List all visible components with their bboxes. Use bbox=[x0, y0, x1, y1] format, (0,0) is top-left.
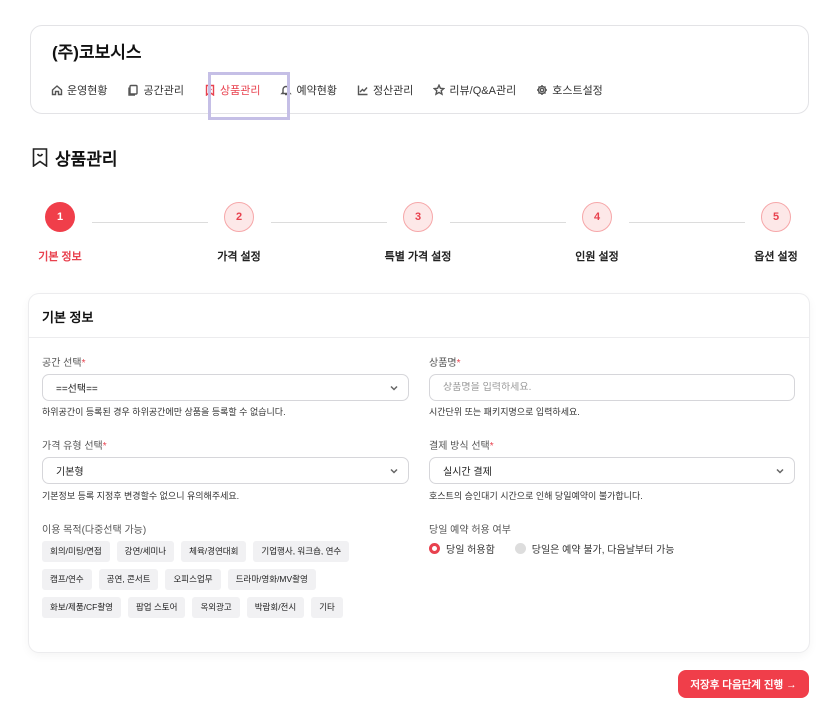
purpose-chip[interactable]: 오피스업무 bbox=[165, 569, 221, 590]
brand-name: (주)코보시스 bbox=[52, 43, 142, 62]
page-title-text: 상품관리 bbox=[55, 150, 118, 169]
chevron-down-icon bbox=[390, 467, 398, 475]
price-type-select[interactable]: 기본형 bbox=[42, 457, 409, 484]
purpose-chip[interactable]: 기타 bbox=[311, 597, 343, 618]
step-connector bbox=[629, 222, 745, 223]
home-icon bbox=[51, 85, 63, 96]
nav-item-label: 호스트설정 bbox=[552, 85, 603, 97]
page-title: 상품관리 bbox=[32, 145, 118, 170]
required-mark: * bbox=[456, 358, 461, 369]
step-connector bbox=[271, 222, 387, 223]
chip-row: 화보/제품/CF촬영 팝업 스토어 옥외광고 박람회/전시 기타 bbox=[42, 597, 382, 618]
step-4-circle[interactable]: 4 bbox=[582, 202, 612, 232]
purpose-chip[interactable]: 옥외광고 bbox=[192, 597, 240, 618]
purpose-chip[interactable]: 기업행사, 워크숍, 연수 bbox=[253, 541, 350, 562]
purpose-chip[interactable]: 강연/세미나 bbox=[116, 541, 175, 562]
chip-row: 캠프/연수 공연, 콘서트 오피스업무 드라마/영화/MV촬영 bbox=[42, 569, 382, 590]
step-4-label[interactable]: 인원 설정 bbox=[575, 248, 619, 264]
product-name-field[interactable] bbox=[429, 374, 795, 401]
save-and-next-button[interactable]: 저장후 다음단계 진행 → bbox=[678, 670, 809, 698]
price-type-label: 가격 유형 선택* bbox=[42, 437, 107, 452]
space-select-label-text: 공간 선택 bbox=[42, 358, 82, 369]
nav-item-label: 공간관리 bbox=[143, 85, 184, 97]
step-1-circle[interactable]: 1 bbox=[45, 202, 75, 232]
star-icon bbox=[433, 84, 446, 96]
chevron-down-icon bbox=[776, 467, 784, 475]
same-day-label: 당일 예약 허용 여부 bbox=[429, 525, 511, 536]
required-mark: * bbox=[81, 358, 86, 369]
required-mark: * bbox=[102, 441, 107, 452]
purpose-chip[interactable]: 화보/제품/CF촬영 bbox=[42, 597, 121, 618]
payment-method-value: 실시간 결제 bbox=[443, 467, 492, 478]
space-select-hint: 하위공간이 등록된 경우 하위공간에만 상품을 등록할 수 없습니다. bbox=[42, 407, 286, 417]
step-5-label[interactable]: 옵션 설정 bbox=[754, 248, 798, 264]
chart-icon bbox=[357, 85, 368, 96]
step-3-circle[interactable]: 3 bbox=[403, 202, 433, 232]
form-title: 기본 정보 bbox=[42, 310, 94, 325]
radio-selected-icon bbox=[429, 543, 440, 554]
step-connector bbox=[450, 222, 566, 223]
header-card: (주)코보시스 운영현황 공간관리 상품관리 예약현황 정산관리 리뷰/Q&A관… bbox=[30, 25, 809, 120]
purpose-chip[interactable]: 팝업 스토어 bbox=[127, 597, 186, 618]
price-type-hint: 기본정보 등록 지정후 변경할수 없으니 유의해주세요. bbox=[42, 491, 240, 501]
step-5-circle[interactable]: 5 bbox=[761, 202, 791, 232]
same-day-deny-radio[interactable]: 당일은 예약 불가, 다음날부터 가능 bbox=[514, 541, 675, 556]
same-day-allow-radio[interactable]: 당일 허용함 bbox=[429, 541, 495, 556]
nav-item-label: 예약현황 bbox=[296, 85, 337, 97]
purpose-chip[interactable]: 체육/경연대회 bbox=[181, 541, 247, 562]
radio-label: 당일 허용함 bbox=[446, 545, 495, 556]
space-select-value: ==선택== bbox=[56, 384, 98, 395]
nav-item-label: 정산관리 bbox=[372, 85, 414, 97]
price-type-label-text: 가격 유형 선택 bbox=[42, 441, 103, 452]
purpose-chip[interactable]: 공연, 콘서트 bbox=[98, 569, 159, 590]
copy-icon bbox=[128, 84, 139, 96]
radio-label: 당일은 예약 불가, 다음날부터 가능 bbox=[531, 545, 675, 556]
price-type-value: 기본형 bbox=[56, 467, 84, 478]
product-name-hint: 시간단위 또는 패키지명으로 입력하세요. bbox=[429, 407, 580, 417]
purpose-label: 이용 목적(다중선택 가능) bbox=[42, 525, 147, 536]
gear-icon bbox=[537, 85, 548, 95]
purpose-chip[interactable]: 캠프/연수 bbox=[42, 569, 92, 590]
radio-unselected-icon bbox=[514, 543, 526, 554]
nav-item-host-settings[interactable]: 호스트설정 bbox=[536, 82, 603, 98]
form-divider bbox=[29, 337, 809, 338]
payment-method-label: 결제 방식 선택* bbox=[429, 437, 494, 452]
space-select[interactable]: ==선택== bbox=[42, 374, 409, 401]
active-nav-highlight bbox=[208, 72, 290, 120]
nav-item-label: 운영현황 bbox=[67, 85, 108, 97]
purpose-chip[interactable]: 회의/미팅/면접 bbox=[42, 541, 110, 562]
main-nav: 운영현황 공간관리 상품관리 예약현황 정산관리 리뷰/Q&A관리 호스트설정 bbox=[51, 72, 623, 120]
nav-item-settlements[interactable]: 정산관리 bbox=[357, 82, 413, 98]
nav-item-dashboard[interactable]: 운영현황 bbox=[51, 82, 107, 98]
same-day-radio-group: 당일 허용함 당일은 예약 불가, 다음날부터 가능 bbox=[429, 541, 694, 556]
chip-row: 회의/미팅/면접 강연/세미나 체육/경연대회 기업행사, 워크숍, 연수 bbox=[42, 541, 382, 562]
step-2-label[interactable]: 가격 설정 bbox=[217, 248, 261, 264]
product-name-input[interactable] bbox=[443, 382, 794, 393]
chevron-down-icon bbox=[390, 384, 398, 392]
step-2-circle[interactable]: 2 bbox=[224, 202, 254, 232]
payment-method-select[interactable]: 실시간 결제 bbox=[429, 457, 795, 484]
step-1-label[interactable]: 기본 정보 bbox=[38, 248, 82, 264]
nav-item-label: 리뷰/Q&A관리 bbox=[449, 85, 517, 97]
space-select-label: 공간 선택* bbox=[42, 354, 86, 369]
payment-method-label-text: 결제 방식 선택 bbox=[429, 441, 490, 452]
purpose-chip-group: 회의/미팅/면접 강연/세미나 체육/경연대회 기업행사, 워크숍, 연수 캠프… bbox=[42, 541, 382, 625]
product-name-label-text: 상품명 bbox=[429, 358, 457, 369]
product-name-label: 상품명* bbox=[429, 354, 461, 369]
bookmark-icon bbox=[32, 148, 48, 167]
payment-method-hint: 호스트의 승인대기 시간으로 인해 당일예약이 불가합니다. bbox=[429, 491, 643, 501]
nav-item-reviews[interactable]: 리뷰/Q&A관리 bbox=[433, 82, 516, 98]
required-mark: * bbox=[489, 441, 494, 452]
nav-item-spaces[interactable]: 공간관리 bbox=[127, 82, 184, 98]
purpose-chip[interactable]: 박람회/전시 bbox=[246, 597, 305, 618]
purpose-chip[interactable]: 드라마/영화/MV촬영 bbox=[227, 569, 316, 590]
step-connector bbox=[92, 222, 208, 223]
basic-info-card: 기본 정보 공간 선택* ==선택== 하위공간이 등록된 경우 하위공간에만 … bbox=[29, 294, 809, 652]
step-3-label[interactable]: 특별 가격 설정 bbox=[385, 248, 452, 264]
